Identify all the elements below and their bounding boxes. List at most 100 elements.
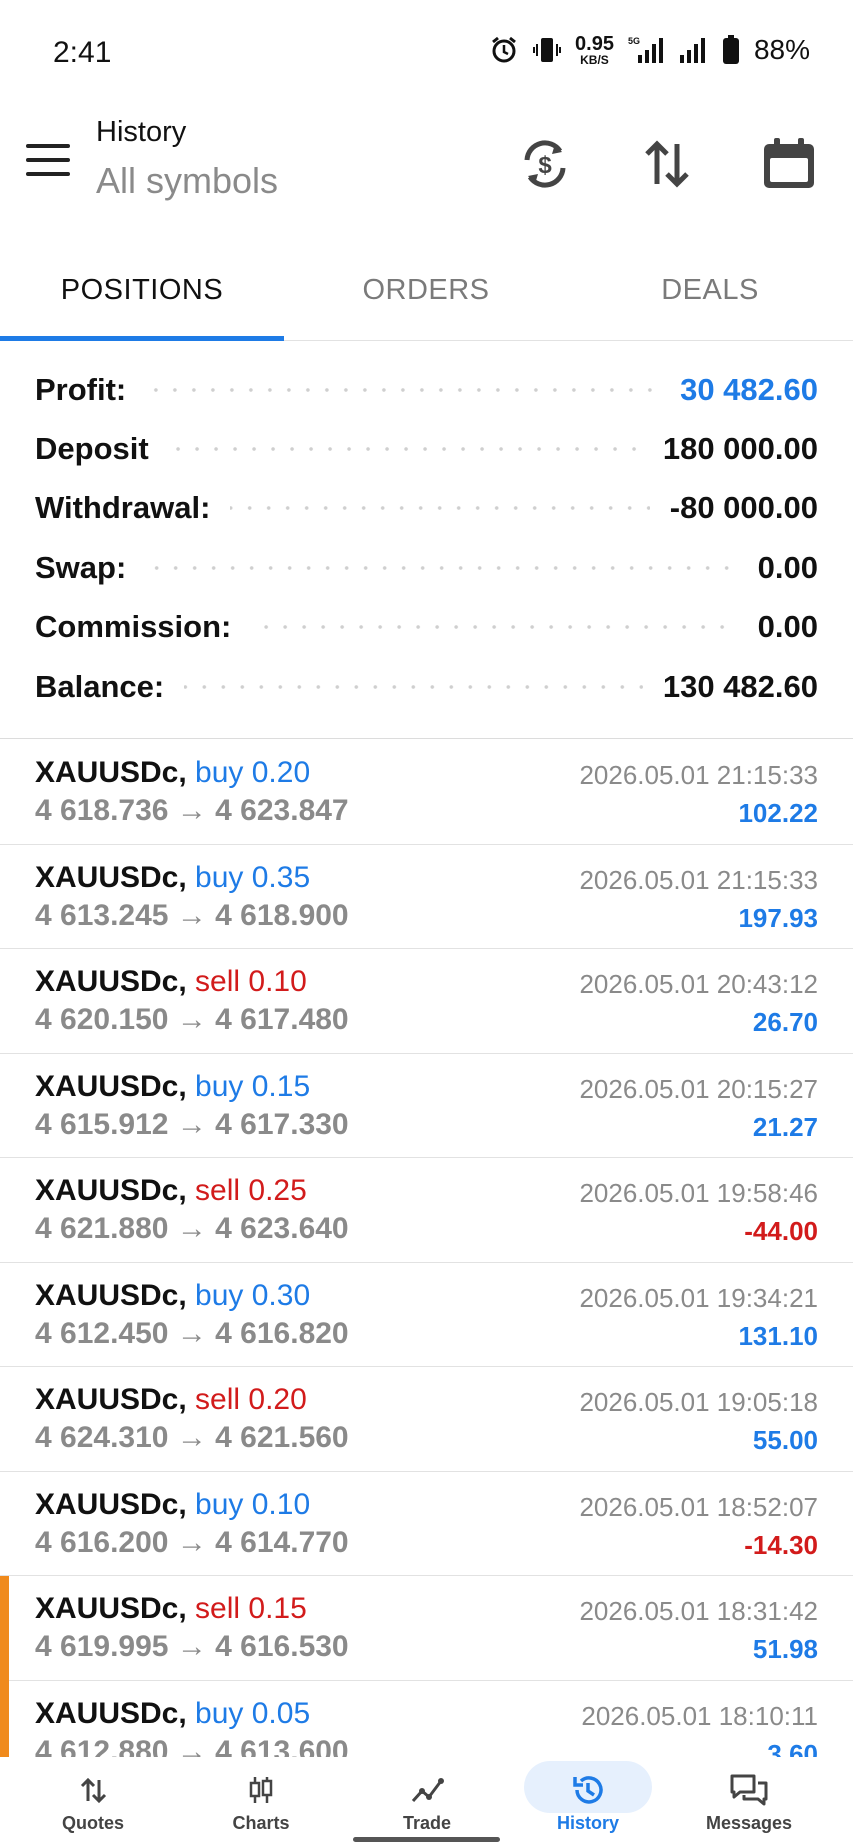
close-price: 4 618.900 [215,898,349,932]
nav-charts[interactable]: Charts [176,1757,346,1844]
signal-5g-icon: 5G [628,35,664,65]
calendar-icon[interactable] [759,134,819,194]
position-prices: 4 612.450 → 4 616.820 [35,1317,349,1351]
trade-icon [410,1773,444,1807]
position-time: 2026.05.01 18:10:11 [581,1700,818,1731]
position-symbol-side: XAUUSDc, sell 0.10 [35,965,307,999]
menu-icon[interactable] [26,144,70,184]
arrow-right-icon: → [176,898,207,932]
open-price: 4 621.880 [35,1212,169,1245]
summary-row-profit: Profit: 30 482.60 [0,360,853,419]
position-row[interactable]: XAUUSDc, buy 0.15 4 615.912 → 4 617.330 20… [0,1053,853,1158]
arrow-right-icon: → [176,1316,207,1350]
tab-deals[interactable]: DEALS [568,240,852,340]
position-time: 2026.05.01 19:34:21 [579,1282,818,1313]
summary-value: 0.00 [757,609,818,645]
position-time: 2026.05.01 18:31:42 [579,1596,818,1626]
position-profit: -14.30 [744,1529,818,1560]
nav-quotes[interactable]: Quotes [8,1757,178,1844]
position-prices: 4 613.245 → 4 618.900 [35,899,349,933]
close-price: 4 623.640 [215,1212,349,1245]
active-tab-indicator [0,336,284,341]
position-side-volume: buy 0.30 [195,1278,311,1312]
position-profit: 197.93 [738,902,818,933]
position-symbol-side: XAUUSDc, buy 0.20 [35,756,310,790]
close-price: 4 614.770 [215,1525,349,1559]
position-symbol-side: XAUUSDc, sell 0.20 [35,1383,307,1417]
close-price: 4 616.820 [215,1316,349,1350]
position-profit: 55.00 [752,1425,818,1455]
position-time: 2026.05.01 20:15:27 [579,1073,818,1104]
position-profit: 51.98 [752,1634,818,1664]
position-symbol: XAUUSDc, [35,1069,187,1103]
nav-history[interactable]: History [503,1757,673,1844]
position-row[interactable]: XAUUSDc, buy 0.20 4 618.736 → 4 623.847 20… [0,740,853,845]
position-row[interactable]: XAUUSDc, sell 0.10 4 620.150 → 4 617.480 2… [0,949,853,1054]
tab-orders[interactable]: ORDERS [284,240,568,340]
position-prices: 4 618.736 → 4 623.847 [35,794,349,828]
position-symbol: XAUUSDc, [35,860,187,894]
alarm-icon [489,35,519,65]
dotted-leader [146,387,661,392]
app-bar: History All symbols $ [0,110,853,220]
page-title: History [96,116,187,148]
position-side-volume: sell 0.25 [195,1174,307,1207]
position-symbol-side: XAUUSDc, sell 0.25 [35,1174,307,1208]
home-indicator [353,1837,500,1842]
arrow-right-icon: → [176,794,207,827]
close-price: 4 613.600 [215,1734,349,1758]
position-symbol: XAUUSDc, [35,1487,187,1521]
position-side-volume: sell 0.20 [195,1383,307,1416]
open-price: 4 620.150 [35,1003,169,1036]
symbol-filter[interactable]: All symbols [96,160,278,202]
position-symbol: XAUUSDc, [35,756,187,789]
arrow-right-icon: → [176,1212,207,1245]
position-row[interactable]: XAUUSDc, buy 0.10 4 616.200 → 4 614.770 20… [0,1471,853,1576]
status-icons: 0.95 KB/S 5G 88% [489,34,810,66]
currency-sync-icon[interactable]: $ [515,134,575,194]
arrow-right-icon: → [176,1421,207,1454]
open-price: 4 619.995 [35,1630,169,1663]
position-row[interactable]: XAUUSDc, buy 0.05 4 612.880 → 4 613.600 20… [0,1680,853,1758]
svg-text:$: $ [538,152,552,179]
position-row[interactable]: XAUUSDc, buy 0.30 4 612.450 → 4 616.820 20… [0,1262,853,1367]
position-symbol-side: XAUUSDc, buy 0.35 [35,861,310,895]
position-side-volume: sell 0.15 [195,1592,307,1625]
svg-text:5G: 5G [628,36,640,46]
dotted-leader [184,684,643,689]
position-prices: 4 616.200 → 4 614.770 [35,1526,349,1560]
position-row[interactable]: XAUUSDc, sell 0.15 4 619.995 → 4 616.530 2… [0,1576,853,1681]
open-price: 4 615.912 [35,1107,169,1141]
position-time: 2026.05.01 19:58:46 [579,1178,818,1208]
divider [0,738,853,739]
nav-trade[interactable]: Trade [342,1757,512,1844]
positions-list[interactable]: XAUUSDc, buy 0.20 4 618.736 → 4 623.847 20… [0,740,853,1757]
summary-row-commission: Commission: 0.00 [0,598,853,657]
net-speed: 0.95 KB/S [575,33,614,67]
summary-row-swap: Swap: 0.00 [0,538,853,597]
position-row[interactable]: XAUUSDc, sell 0.20 4 624.310 → 4 621.560 2… [0,1367,853,1472]
position-prices: 4 619.995 → 4 616.530 [35,1630,349,1664]
summary-value: 130 482.60 [662,668,818,704]
position-row[interactable]: XAUUSDc, sell 0.25 4 621.880 → 4 623.640 2… [0,1158,853,1263]
open-price: 4 612.450 [35,1316,169,1350]
summary-label: Deposit [35,431,149,467]
history-tabs: POSITIONS ORDERS DEALS [0,240,853,341]
position-profit: 102.22 [738,798,818,828]
tab-positions[interactable]: POSITIONS [0,240,284,340]
position-time: 2026.05.01 19:05:18 [579,1387,818,1417]
position-symbol-side: XAUUSDc, buy 0.30 [35,1279,310,1313]
arrow-right-icon: → [176,1734,207,1758]
position-symbol-side: XAUUSDc, buy 0.15 [35,1070,310,1104]
sort-icon[interactable] [637,134,697,194]
position-time: 2026.05.01 18:52:07 [579,1491,818,1522]
summary-row-balance: Balance: 130 482.60 [0,657,853,716]
close-price: 4 621.560 [215,1421,349,1454]
position-row[interactable]: XAUUSDc, buy 0.35 4 613.245 → 4 618.900 20… [0,844,853,949]
battery-level: 88% [753,34,810,65]
summary-label: Commission: [35,609,232,645]
position-side-volume: buy 0.15 [195,1069,311,1103]
status-time: 2:41 [53,36,112,69]
nav-messages[interactable]: Messages [664,1757,834,1844]
open-price: 4 624.310 [35,1421,169,1454]
